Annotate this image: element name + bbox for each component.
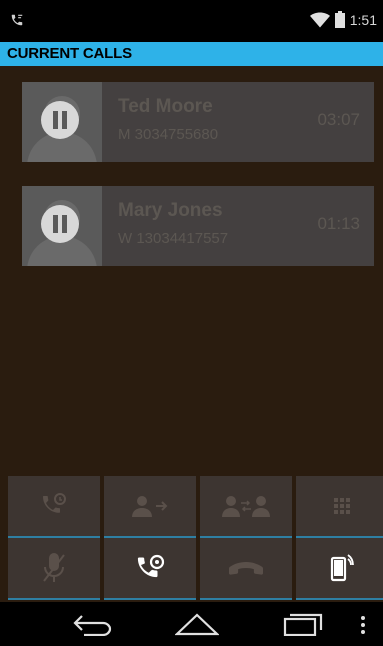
caller-name: Mary Jones	[118, 200, 223, 221]
status-bar: 1:51	[0, 0, 383, 42]
pause-icon	[41, 205, 79, 243]
pause-icon	[41, 101, 79, 139]
swap-calls-button[interactable]	[104, 538, 196, 600]
navigation-bar	[0, 602, 383, 646]
dialpad-icon	[334, 498, 350, 514]
transfer-button[interactable]	[104, 476, 196, 538]
call-card-ted-moore[interactable]: Ted Moore M 3034755680 03:07	[22, 82, 374, 162]
call-controls	[0, 474, 383, 602]
caller-number: W 13034417557	[118, 230, 229, 247]
recents-icon[interactable]	[283, 612, 323, 636]
calls-list: Ted Moore M 3034755680 03:07 Mary Jones …	[0, 66, 383, 474]
call-duration: 01:13	[317, 214, 360, 233]
mute-icon	[43, 553, 65, 582]
caller-number: M 3034755680	[118, 126, 219, 143]
current-calls-header: CURRENT CALLS	[0, 42, 383, 66]
back-icon[interactable]	[72, 612, 114, 636]
end-call-icon	[229, 562, 263, 575]
dialpad-button[interactable]	[296, 476, 383, 538]
status-time: 1:51	[349, 11, 377, 28]
transfer-icon	[132, 496, 168, 517]
add-call-button[interactable]	[8, 476, 100, 538]
add-call-icon	[43, 493, 66, 513]
merge-calls-button[interactable]	[200, 476, 292, 538]
end-call-button[interactable]	[200, 538, 292, 600]
call-duration: 03:07	[317, 110, 360, 129]
call-card-mary-jones[interactable]: Mary Jones W 13034417557 01:13	[22, 186, 374, 266]
menu-icon[interactable]	[360, 616, 366, 634]
battery-icon	[334, 11, 345, 28]
caller-name: Ted Moore	[118, 96, 213, 117]
speaker-icon	[330, 554, 354, 582]
speaker-button[interactable]	[296, 538, 383, 600]
phone-in-call-icon	[11, 14, 23, 26]
page-title: CURRENT CALLS	[7, 45, 132, 62]
swap-calls-icon	[137, 554, 165, 578]
merge-calls-icon	[222, 496, 270, 517]
wifi-icon	[309, 12, 330, 27]
home-icon[interactable]	[175, 612, 219, 636]
mute-button[interactable]	[8, 538, 100, 600]
